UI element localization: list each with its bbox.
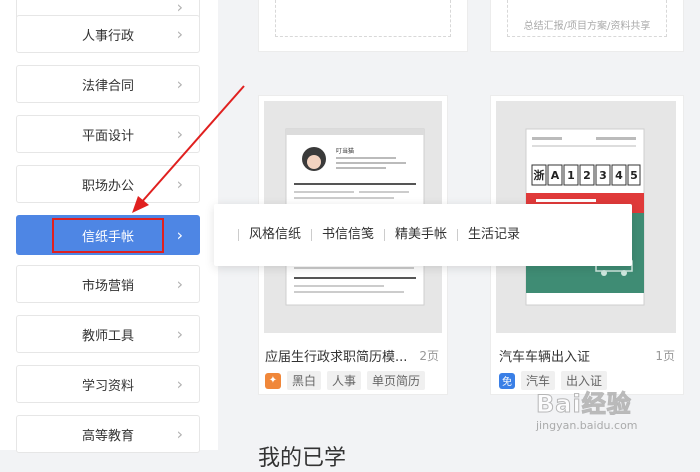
watermark-url: jingyan.baidu.com [536, 419, 638, 432]
annotation-arrow [132, 85, 245, 213]
baidu-jingyan-watermark: Bai经验 jingyan.baidu.com [536, 384, 638, 433]
watermark-brand: Bai经验 [536, 390, 632, 419]
arrow-head-icon [132, 196, 149, 213]
